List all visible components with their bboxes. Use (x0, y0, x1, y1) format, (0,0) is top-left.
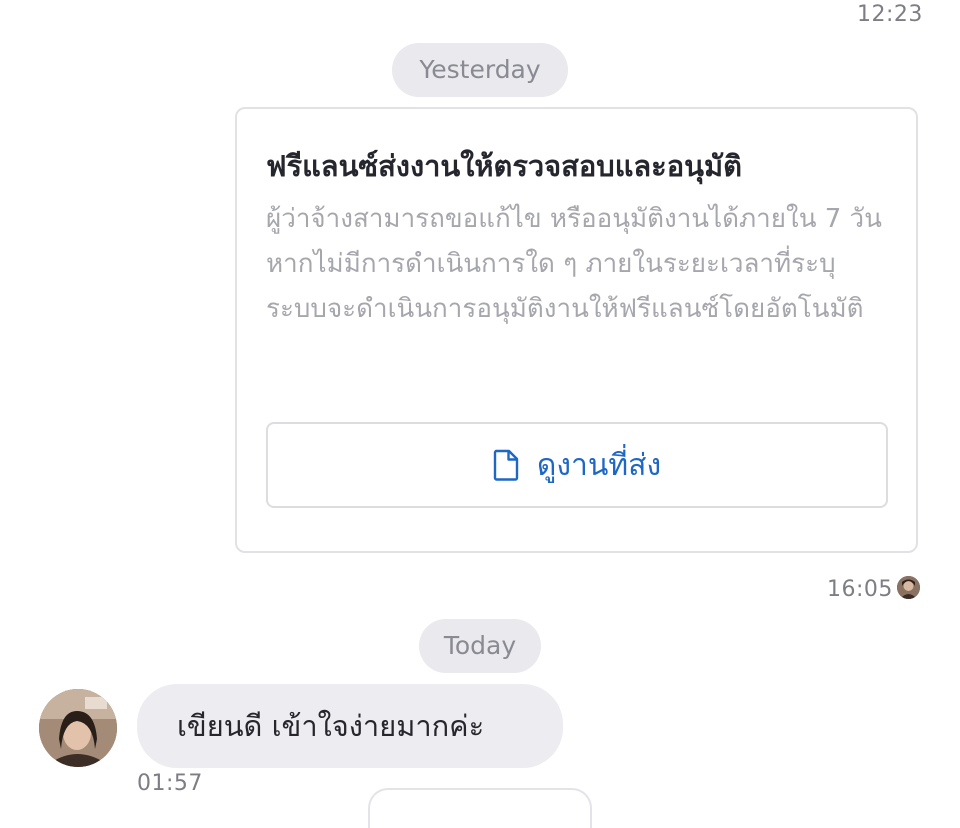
card-timestamp: 16:05 (827, 577, 893, 602)
view-submitted-work-button[interactable]: ดูงานที่ส่ง (266, 422, 888, 508)
message-timestamp-top: 12:23 (857, 2, 923, 27)
submission-card-description: ผู้ว่าจ้างสามารถขอแก้ไข หรืออนุมัติงานได… (266, 204, 882, 324)
incoming-message-bubble[interactable]: เขียนดี เข้าใจง่ายมากค่ะ (137, 684, 563, 768)
incoming-message-timestamp: 01:57 (137, 771, 203, 796)
submission-card-title: ฟรีแลนซ์ส่งงานให้ตรวจสอบและอนุมัติ (266, 149, 742, 183)
sender-avatar[interactable] (39, 689, 117, 767)
next-message-preview (368, 788, 592, 828)
read-receipt-avatar (897, 576, 920, 599)
date-separator-today: Today (419, 619, 541, 673)
document-icon (493, 449, 519, 481)
date-separator-yesterday: Yesterday (392, 43, 568, 97)
incoming-message-text: เขียนดี เข้าใจง่ายมากค่ะ (177, 709, 485, 743)
view-submitted-work-label: ดูงานที่ส่ง (536, 447, 662, 483)
